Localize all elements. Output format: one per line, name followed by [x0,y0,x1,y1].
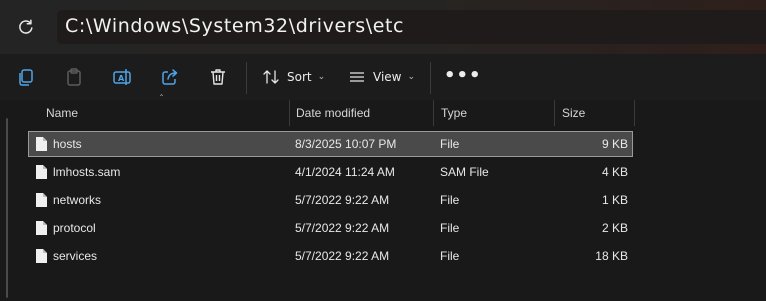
file-name: lmhosts.sam [53,165,121,179]
file-size: 1 KB [601,193,628,207]
copy-icon[interactable] [16,67,36,87]
address-input[interactable]: C:\Windows\System32\drivers\etc [57,10,766,44]
paste-icon[interactable] [64,67,84,87]
refresh-icon[interactable] [17,18,35,36]
column-divider[interactable] [634,100,635,126]
file-size: 18 KB [595,249,628,263]
toolbar-separator [430,62,431,94]
toolbar-separator [246,62,247,94]
column-divider[interactable] [554,100,555,126]
file-row-lmhosts[interactable]: lmhosts.sam 4/1/2024 11:24 AM SAM File 4… [29,160,632,184]
file-size: 9 KB [601,137,628,151]
delete-icon[interactable] [208,67,228,87]
more-options-button[interactable]: ••• [444,67,482,85]
column-divider[interactable] [433,100,434,126]
navigation-pane-scrollbar[interactable] [6,118,8,298]
column-header-size[interactable]: Size [562,100,585,126]
file-row-protocol[interactable]: protocol 5/7/2022 9:22 AM File 2 KB [29,216,632,240]
command-bar: A Sort ⌄ View ⌄ ••• [0,54,766,100]
file-icon [36,137,47,151]
column-header-name[interactable]: Name [46,100,78,126]
sort-ascending-icon: ˆ [159,94,164,105]
file-icon [36,165,47,179]
file-name: protocol [53,221,96,235]
file-icon [36,193,47,207]
file-name: hosts [53,137,82,151]
file-type: File [440,193,460,207]
file-icon [36,249,47,263]
file-name: services [53,249,98,263]
column-header-row: ˆ Name Date modified Type Size [14,94,766,126]
sort-label: Sort [287,70,312,84]
rename-icon[interactable]: A [112,67,132,87]
address-bar-region: C:\Windows\System32\drivers\etc [0,0,766,54]
sort-icon [263,70,279,84]
chevron-down-icon: ⌄ [317,72,326,82]
file-date: 5/7/2022 9:22 AM [295,193,390,207]
column-header-type[interactable]: Type [441,100,467,126]
file-type: File [440,249,460,263]
file-size: 2 KB [601,221,628,235]
file-date: 5/7/2022 9:22 AM [295,221,390,235]
file-row-services[interactable]: services 5/7/2022 9:22 AM File 18 KB [29,244,632,268]
file-size: 4 KB [601,165,628,179]
view-label: View [373,70,402,84]
file-type: File [440,221,460,235]
sort-button[interactable]: Sort ⌄ [262,65,325,89]
file-type: File [440,137,460,151]
file-date: 5/7/2022 9:22 AM [295,249,390,263]
column-header-date[interactable]: Date modified [296,100,370,126]
file-row-hosts[interactable]: hosts 8/3/2025 10:07 PM File 9 KB [28,131,633,157]
file-date: 8/3/2025 10:07 PM [295,137,397,151]
file-type: SAM File [440,165,489,179]
file-date: 4/1/2024 11:24 AM [295,165,395,179]
file-icon [36,221,47,235]
file-name: networks [53,193,102,207]
svg-text:A: A [118,74,125,83]
share-icon[interactable] [160,67,180,87]
address-path-text: C:\Windows\System32\drivers\etc [65,15,405,37]
chevron-down-icon: ⌄ [407,72,416,82]
file-row-networks[interactable]: networks 5/7/2022 9:22 AM File 1 KB [29,188,632,212]
view-list-icon [350,72,364,82]
column-divider[interactable] [289,100,290,126]
view-button[interactable]: View ⌄ [348,65,415,89]
